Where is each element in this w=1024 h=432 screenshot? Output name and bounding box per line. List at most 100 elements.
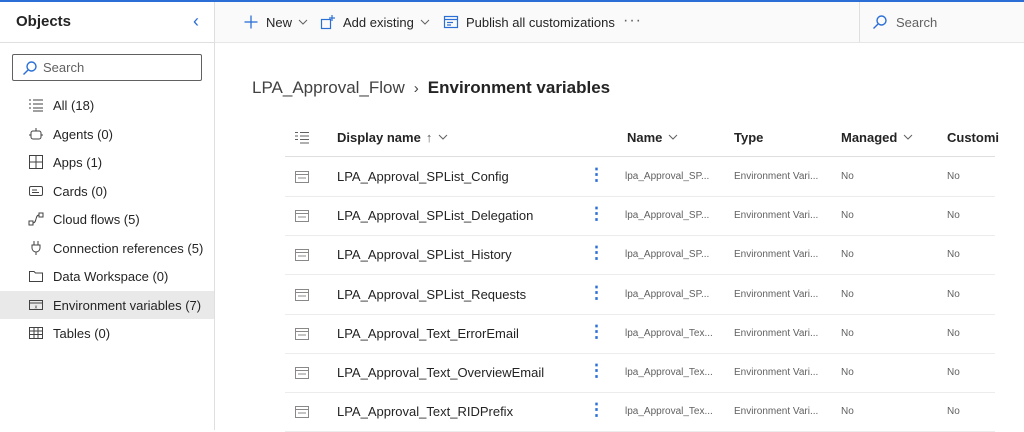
sidebar-item-label: All (18) xyxy=(53,98,95,113)
sidebar-item-apps[interactable]: Apps (1) xyxy=(0,148,214,177)
column-header-managed[interactable]: Managed xyxy=(841,118,913,156)
env-variable-icon xyxy=(295,209,309,223)
env-variable-icon xyxy=(295,405,309,419)
column-header-display-name[interactable]: Display name ↑ xyxy=(337,118,448,156)
page-title: Environment variables xyxy=(427,78,611,97)
table-row[interactable]: LPA_Approval_Text_OverviewEmail ⋮ lpa_Appr… xyxy=(285,353,995,393)
customizable-cell: No xyxy=(947,327,960,339)
sidebar-item-list[interactable]: All (18) xyxy=(0,91,214,120)
command-search-box[interactable] xyxy=(859,2,1024,42)
row-more-options-icon[interactable]: ⋮ xyxy=(588,361,605,381)
sidebar-item-env-variable[interactable]: x Environment variables (7) xyxy=(0,290,214,319)
managed-header-label: Managed xyxy=(841,129,898,145)
table-row[interactable]: LPA_Approval_SPList_Delegation ⋮ lpa_Appro… xyxy=(285,196,995,237)
sidebar-item-label: Cloud flows (5) xyxy=(53,212,140,227)
breadcrumb-separator: › xyxy=(413,79,419,97)
type-cell: Environment Vari... xyxy=(734,288,819,300)
display-name-cell[interactable]: LPA_Approval_SPList_Config xyxy=(337,169,509,184)
folder-icon xyxy=(28,268,44,284)
row-more-options-icon[interactable]: ⋮ xyxy=(588,243,605,263)
type-header-label: Type xyxy=(734,129,764,145)
table-row[interactable]: LPA_Approval_Text_ErrorEmail ⋮ lpa_Approva… xyxy=(285,314,995,354)
sidebar-item-plug[interactable]: Connection references (5) xyxy=(0,234,214,263)
name-cell: lpa_Approval_SP... xyxy=(625,249,710,261)
env-variable-icon xyxy=(295,327,309,340)
column-header-customizable[interactable]: Customi xyxy=(947,118,999,156)
name-cell: lpa_Approval_Tex... xyxy=(625,327,713,339)
add-existing-icon xyxy=(320,15,335,30)
more-commands-button[interactable]: ··· xyxy=(623,12,642,30)
sidebar-item-label: Tables (0) xyxy=(53,326,111,341)
row-more-options-icon[interactable]: ⋮ xyxy=(588,322,605,342)
command-search-input[interactable] xyxy=(896,14,1006,30)
plug-icon xyxy=(28,240,44,256)
customizable-cell: No xyxy=(947,288,960,300)
customizable-cell: No xyxy=(947,210,960,222)
sidebar-object-list: All (18) Agents (0) Apps (1) Cards (0) Cloud… xyxy=(0,91,214,348)
display-name-cell[interactable]: LPA_Approval_SPList_Requests xyxy=(337,287,526,302)
list-icon xyxy=(28,97,44,113)
sort-ascending-icon: ↑ xyxy=(425,129,433,145)
sidebar-item-label: Connection references (5) xyxy=(53,240,204,256)
display-name-cell[interactable]: LPA_Approval_SPList_History xyxy=(337,247,512,262)
column-header-type[interactable]: Type xyxy=(734,118,763,156)
type-cell: Environment Vari... xyxy=(734,327,819,339)
table-row[interactable]: LPA_Approval_Text_RIDPrefix ⋮ lpa_Approval… xyxy=(285,392,995,432)
managed-cell: No xyxy=(841,406,854,418)
sidebar-item-table[interactable]: Tables (0) xyxy=(0,319,214,348)
row-more-options-icon[interactable]: ⋮ xyxy=(588,400,605,420)
cards-icon xyxy=(28,183,44,199)
row-more-options-icon[interactable]: ⋮ xyxy=(588,204,605,224)
name-header-label: Name xyxy=(627,129,663,145)
display-name-cell[interactable]: LPA_Approval_SPList_Delegation xyxy=(337,208,533,223)
display-name-cell[interactable]: LPA_Approval_Text_OverviewEmail xyxy=(337,365,544,380)
command-bar: New Add existing Publish all customizati… xyxy=(215,2,1024,43)
display-name-cell[interactable]: LPA_Approval_Text_RIDPrefix xyxy=(337,404,513,419)
new-label: New xyxy=(266,14,293,30)
sidebar-item-cards[interactable]: Cards (0) xyxy=(0,177,214,206)
sidebar-item-flow[interactable]: Cloud flows (5) xyxy=(0,205,214,234)
env-variable-icon xyxy=(295,366,309,379)
table-row[interactable]: LPA_Approval_SPList_History ⋮ lpa_Approval… xyxy=(285,235,995,276)
add-existing-button[interactable]: Add existing xyxy=(320,2,437,42)
sidebar-search-box[interactable] xyxy=(12,54,202,81)
chevron-down-icon xyxy=(420,19,430,25)
chevron-down-icon xyxy=(903,134,913,140)
managed-cell: No xyxy=(841,288,854,300)
new-button[interactable]: New xyxy=(243,2,315,42)
customizable-header-label: Customi xyxy=(947,129,999,145)
breadcrumb: LPA_Approval_Flow › Environment variable… xyxy=(252,78,610,98)
managed-cell: No xyxy=(841,171,854,182)
objects-sidebar: Objects ‹ All (18) Agents (0) Apps (1) Card… xyxy=(0,2,215,430)
row-more-options-icon[interactable]: ⋮ xyxy=(588,165,605,185)
search-icon xyxy=(23,61,37,75)
managed-cell: No xyxy=(841,210,854,222)
row-more-options-icon[interactable]: ⋮ xyxy=(588,283,605,303)
chevron-down-icon xyxy=(438,134,448,140)
sidebar-item-folder[interactable]: Data Workspace (0) xyxy=(0,262,214,291)
customizable-cell: No xyxy=(947,171,960,182)
agent-icon xyxy=(28,126,44,142)
type-cell: Environment Vari... xyxy=(734,210,819,222)
table-row[interactable]: LPA_Approval_SPList_Requests ⋮ lpa_Approva… xyxy=(285,275,995,315)
sidebar-item-agent[interactable]: Agents (0) xyxy=(0,120,214,149)
sidebar-header: Objects ‹ xyxy=(0,2,214,43)
managed-cell: No xyxy=(841,367,854,378)
publish-all-button[interactable]: Publish all customizations xyxy=(443,2,615,42)
table-row[interactable]: LPA_Approval_SPList_Config ⋮ lpa_Approval_… xyxy=(285,157,995,197)
publish-icon xyxy=(443,15,459,29)
sidebar-item-label: Data Workspace (0) xyxy=(53,269,169,284)
breadcrumb-solution-link[interactable]: LPA_Approval_Flow xyxy=(252,78,405,98)
env-variable-icon xyxy=(295,288,309,301)
column-options-icon[interactable] xyxy=(295,118,309,156)
managed-cell: No xyxy=(841,249,854,261)
display-name-header-label: Display name xyxy=(337,129,421,145)
plus-icon xyxy=(244,15,258,29)
collapse-sidebar-icon[interactable]: ‹ xyxy=(187,11,205,31)
column-header-name[interactable]: Name xyxy=(627,118,678,156)
display-name-cell[interactable]: LPA_Approval_Text_ErrorEmail xyxy=(337,326,519,341)
sidebar-item-label: Agents (0) xyxy=(53,126,113,142)
chevron-down-icon xyxy=(298,19,308,25)
sidebar-search-input[interactable] xyxy=(43,58,193,77)
type-cell: Environment Vari... xyxy=(734,171,819,182)
